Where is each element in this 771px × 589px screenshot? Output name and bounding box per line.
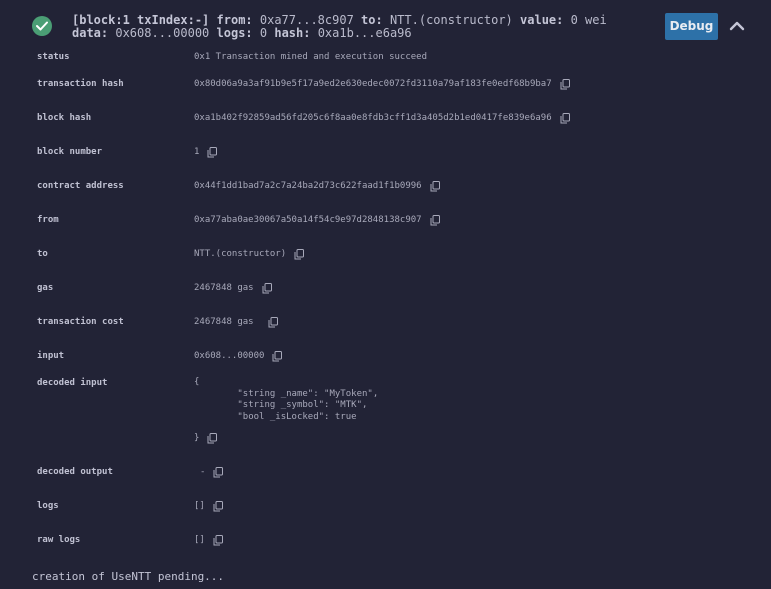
block-hash-text: 0xa1b402f92859ad56fd205c6f8aa0e8fdb3cff1… — [194, 113, 552, 123]
transaction-hash-text: 0x80d06a9a3af91b9e5f17a9ed2e630edec0072f… — [194, 79, 552, 89]
contract-address-text: 0x44f1dd1bad7a2c7a24ba2d73c622faad1f1b09… — [194, 181, 422, 191]
copy-icon[interactable] — [213, 466, 224, 478]
copy-icon[interactable] — [430, 180, 440, 192]
decoded-input-close: } — [194, 433, 200, 443]
to-value: NTT.(constructor) — [389, 13, 513, 27]
to-detail-value: NTT.(constructor) — [194, 247, 305, 261]
logs-detail-value: [] — [194, 499, 223, 513]
row-logs: logs [] — [0, 499, 771, 513]
status-value: 0x1 Transaction mined and execution succ… — [194, 50, 427, 64]
input-text: 0x608...00000 — [194, 351, 265, 361]
decoded-input-line: "string _symbol": "MTK", — [237, 400, 368, 410]
to-key: to — [37, 249, 48, 259]
chevron-up-icon[interactable] — [728, 17, 746, 35]
data-label: data: — [72, 26, 109, 40]
value-label: value: — [520, 13, 564, 27]
summary-line-2: data: 0x608...00000 logs: 0 hash: 0xa1b.… — [72, 27, 412, 40]
debug-button[interactable]: Debug — [665, 13, 718, 40]
copy-icon[interactable] — [213, 500, 223, 512]
terminal-panel: [block:1 txIndex:-] from: 0xa77...8c907 … — [0, 0, 771, 589]
decoded-input-close-row: } — [194, 431, 218, 445]
copy-icon[interactable] — [213, 534, 223, 546]
copy-icon[interactable] — [294, 248, 305, 260]
row-input: input 0x608...00000 — [0, 349, 771, 363]
hash-value: 0xa1b...e6a96 — [317, 26, 412, 40]
gas-value: 2467848 gas — [194, 281, 272, 295]
transaction-hash-value: 0x80d06a9a3af91b9e5f17a9ed2e630edec0072f… — [194, 77, 570, 91]
raw-logs-value: [] — [194, 533, 223, 547]
copy-icon[interactable] — [272, 350, 283, 362]
logs-key: logs — [37, 501, 59, 511]
copy-icon[interactable] — [207, 432, 218, 444]
copy-icon[interactable] — [268, 316, 278, 328]
hash-label: hash: — [274, 26, 311, 40]
row-block-number: block number 1 — [0, 145, 771, 159]
status-key: status — [37, 52, 70, 62]
copy-icon[interactable] — [207, 146, 218, 158]
decoded-input-line: "bool _isLocked": true — [237, 411, 357, 422]
row-status: status 0x1 Transaction mined and executi… — [0, 50, 771, 64]
data-value: 0x608...00000 — [115, 26, 210, 40]
row-transaction-hash: transaction hash 0x80d06a9a3af91b9e5f17a… — [0, 77, 771, 91]
logs-text: [] — [194, 501, 205, 511]
block-number-value: 1 — [194, 145, 218, 159]
row-gas: gas 2467848 gas — [0, 281, 771, 295]
row-transaction-cost: transaction cost 2467848 gas — [0, 315, 771, 329]
row-decoded-input: decoded input — [0, 376, 771, 390]
logs-label: logs: — [216, 26, 253, 40]
transaction-cost-key: transaction cost — [37, 317, 124, 327]
block-number-text: 1 — [194, 147, 200, 157]
row-decoded-output: decoded output - — [0, 465, 771, 479]
decoded-output-value: - — [200, 465, 224, 479]
transaction-hash-key: transaction hash — [37, 79, 124, 89]
pending-message: creation of UseNTT pending... — [32, 570, 225, 583]
row-contract-address: contract address 0x44f1dd1bad7a2c7a24ba2… — [0, 179, 771, 193]
raw-logs-key: raw logs — [37, 535, 81, 545]
copy-icon[interactable] — [560, 112, 570, 124]
copy-icon[interactable] — [430, 214, 440, 226]
decoded-output-key: decoded output — [37, 467, 113, 477]
block-index-label: [block:1 txIndex:-] — [72, 13, 210, 27]
decoded-input-line: "string _name": "MyToken", — [237, 388, 379, 399]
decoded-input-json: { "string _name": "MyToken", "string _sy… — [194, 377, 378, 423]
block-number-key: block number — [37, 147, 103, 157]
row-from: from 0xa77aba0ae30067a50a14f54c9e97d2848… — [0, 213, 771, 227]
logs-value: 0 — [259, 26, 268, 40]
input-key: input — [37, 351, 65, 361]
success-check-icon — [32, 16, 52, 36]
from-value: 0xa77...8c907 — [259, 13, 354, 27]
decoded-input-key: decoded input — [37, 378, 108, 388]
from-key: from — [37, 215, 59, 225]
to-label: to: — [361, 13, 383, 27]
row-block-hash: block hash 0xa1b402f92859ad56fd205c6f8aa… — [0, 111, 771, 125]
transaction-summary[interactable]: [block:1 txIndex:-] from: 0xa77...8c907 … — [0, 0, 771, 48]
input-value: 0x608...00000 — [194, 349, 283, 363]
block-hash-value: 0xa1b402f92859ad56fd205c6f8aa0e8fdb3cff1… — [194, 111, 570, 125]
raw-logs-text: [] — [194, 535, 205, 545]
contract-address-value: 0x44f1dd1bad7a2c7a24ba2d73c622faad1f1b09… — [194, 179, 440, 193]
decoded-output-text: - — [200, 467, 206, 477]
from-label: from: — [216, 13, 253, 27]
row-to: to NTT.(constructor) — [0, 247, 771, 261]
row-raw-logs: raw logs [] — [0, 533, 771, 547]
to-text: NTT.(constructor) — [194, 249, 287, 259]
transaction-cost-text: 2467848 gas — [194, 317, 254, 327]
copy-icon[interactable] — [560, 78, 570, 90]
decoded-input-open: { — [194, 377, 200, 387]
from-detail-value: 0xa77aba0ae30067a50a14f54c9e97d2848138c9… — [194, 213, 440, 227]
block-hash-key: block hash — [37, 113, 92, 123]
status-text: 0x1 Transaction mined and execution succ… — [194, 52, 427, 62]
gas-key: gas — [37, 283, 54, 293]
transaction-cost-value: 2467848 gas — [194, 315, 278, 329]
value-value: 0 wei — [570, 13, 607, 27]
gas-text: 2467848 gas — [194, 283, 254, 293]
from-text: 0xa77aba0ae30067a50a14f54c9e97d2848138c9… — [194, 215, 422, 225]
contract-address-key: contract address — [37, 181, 124, 191]
copy-icon[interactable] — [262, 282, 272, 294]
